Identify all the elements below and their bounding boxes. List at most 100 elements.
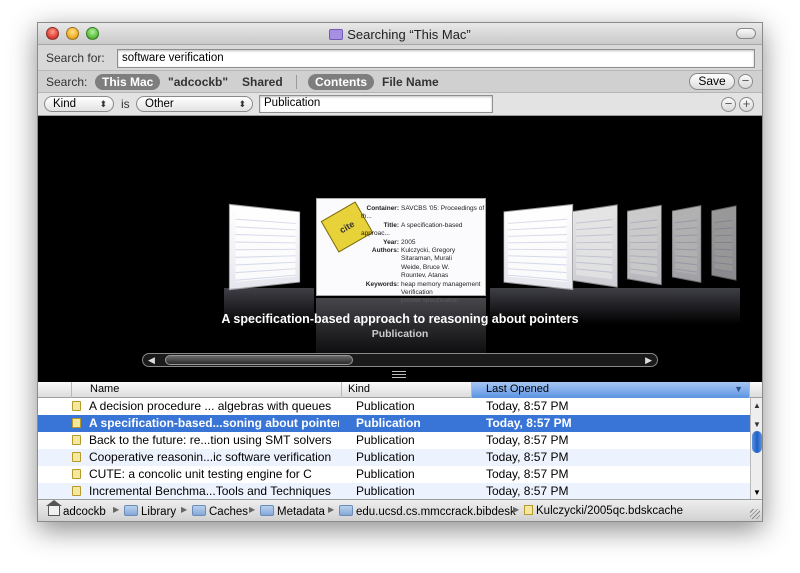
cover-card-right-3[interactable] — [627, 204, 662, 286]
path-item[interactable]: adcockb — [46, 500, 106, 518]
path-separator-icon: ▶ — [113, 505, 120, 514]
card-metadata-line: Keywords: heap memory management — [361, 281, 485, 289]
path-separator-icon: ▶ — [249, 505, 256, 514]
results-scrollbar[interactable]: ▲ ▼ ▼ — [750, 398, 762, 499]
path-item-label: adcockb — [63, 506, 106, 518]
column-header-last-opened[interactable]: Last Opened ▼ — [472, 382, 750, 398]
path-separator-icon: ▶ — [328, 505, 335, 514]
column-header-kind[interactable]: Kind — [342, 382, 472, 398]
cell-kind: Publication — [356, 467, 415, 481]
bibdesk-cache-file-icon — [524, 505, 533, 515]
folder-icon — [192, 505, 206, 516]
path-item[interactable]: Library — [124, 505, 176, 518]
search-for-label: Search for: — [46, 51, 105, 65]
column-header-last-opened-text: Last Opened — [486, 383, 549, 395]
cover-card-right-5[interactable] — [711, 205, 737, 281]
path-item-label: Kulczycki/2005qc.bdskcache — [536, 505, 684, 517]
card-metadata-line: Sitaraman, Murali — [361, 255, 485, 263]
popup-arrows-icon: ⬍ — [238, 99, 246, 109]
scope-this-mac[interactable]: This Mac — [95, 74, 161, 90]
cover-card-left[interactable] — [228, 203, 301, 291]
cover-flow-view[interactable]: cite Container: SAVCBS '05: Proceedings o… — [38, 116, 762, 382]
scope-shared[interactable]: Shared — [235, 74, 290, 90]
table-row[interactable]: Cooperative reasonin...ic software verif… — [38, 449, 750, 466]
card-metadata-value: Sitaraman, Murali — [401, 255, 452, 263]
card-metadata-value: Verification — [401, 289, 433, 297]
cell-opened: Today, 8:57 PM — [486, 467, 569, 481]
card-metadata-value: 2005 — [401, 238, 416, 246]
kind-value-input[interactable]: Publication — [259, 95, 493, 113]
path-item[interactable]: edu.ucsd.cs.mmccrack.bibdesk — [339, 505, 516, 518]
cover-card-right-2[interactable] — [572, 204, 618, 288]
path-item[interactable]: Kulczycki/2005qc.bdskcache — [524, 505, 683, 517]
column-header-name[interactable]: Name — [72, 382, 342, 398]
results-table: A decision procedure ... algebras with q… — [38, 398, 750, 499]
cell-name: Cooperative reasonin...ic software verif… — [89, 450, 332, 464]
scroll-down-arrow-icon[interactable]: ▼ — [751, 488, 762, 497]
cover-card-right-4[interactable] — [671, 204, 702, 284]
home-icon — [46, 500, 62, 516]
sort-descending-icon: ▼ — [734, 384, 743, 394]
search-input[interactable]: software verification — [117, 49, 755, 68]
scroll-right-arrow-icon[interactable]: ▶ — [645, 354, 652, 366]
search-criteria-row: Kind ⬍ is Other ⬍ Publication − + — [38, 93, 762, 116]
attribute-popup[interactable]: Kind ⬍ — [44, 96, 114, 112]
scope-divider — [296, 75, 297, 89]
cover-flow-scrollbar[interactable]: ◀ ▶ — [142, 353, 658, 367]
card-metadata-key: Keywords: — [365, 280, 399, 288]
cell-name: Incremental Benchma...Tools and Techniqu… — [89, 484, 331, 498]
save-search-button[interactable]: Save — [689, 73, 735, 90]
remove-scope-button[interactable]: − — [738, 74, 753, 89]
cell-name: A decision procedure ... algebras with q… — [89, 399, 332, 413]
mode-contents[interactable]: Contents — [308, 74, 374, 90]
card-metadata-value: heap memory management — [401, 280, 481, 288]
mode-file-name[interactable]: File Name — [375, 74, 446, 90]
table-row[interactable]: CUTE: a concolic unit testing engine for… — [38, 466, 750, 483]
card-metadata-key: Container: — [366, 205, 400, 212]
path-separator-icon: ▶ — [513, 505, 520, 514]
cell-kind: Publication — [356, 416, 421, 430]
search-scope-label: Search: — [46, 75, 88, 89]
path-item-label: Metadata — [277, 506, 325, 518]
cell-opened: Today, 8:57 PM — [486, 433, 569, 447]
table-row[interactable]: Back to the future: re...tion using SMT … — [38, 432, 750, 449]
bibdesk-document-icon — [72, 401, 81, 411]
card-metadata-key: Year: — [383, 238, 399, 246]
resize-grip-icon[interactable] — [750, 509, 760, 519]
window-title-text: Searching “This Mac” — [347, 27, 471, 42]
card-metadata: Container: SAVCBS '05: Proceedings of th.… — [361, 205, 485, 306]
cell-name: Back to the future: re...tion using SMT … — [89, 433, 332, 447]
popup-arrows-icon: ⬍ — [99, 99, 107, 109]
card-metadata-line: Year: 2005 — [361, 239, 485, 247]
table-row[interactable]: A decision procedure ... algebras with q… — [38, 398, 750, 415]
scope-home-folder[interactable]: "adcockb" — [161, 74, 235, 90]
cell-kind: Publication — [356, 433, 415, 447]
table-row[interactable]: A specification-based...soning about poi… — [38, 415, 750, 432]
card-metadata-value: Rountev, Atanas — [401, 272, 449, 280]
split-view-grip-icon[interactable] — [392, 371, 406, 379]
toolbar-toggle-button[interactable] — [736, 28, 756, 39]
smart-folder-icon — [329, 29, 344, 40]
add-criteria-button[interactable]: + — [739, 97, 754, 112]
cover-flow-scroll-thumb[interactable] — [165, 355, 353, 365]
card-metadata-key: Title: — [383, 221, 399, 229]
kind-type-popup[interactable]: Other ⬍ — [136, 96, 253, 112]
results-scroll-thumb[interactable] — [752, 431, 762, 453]
remove-criteria-button[interactable]: − — [721, 97, 736, 112]
title-bar[interactable]: Searching “This Mac” — [38, 23, 762, 45]
scroll-up-arrow-icon[interactable]: ▲ — [751, 401, 762, 410]
path-item[interactable]: Caches — [192, 505, 248, 518]
kind-type-popup-value: Other — [145, 98, 174, 110]
card-metadata-line: Container: SAVCBS '05: Proceedings of th.… — [361, 205, 485, 222]
card-metadata-line: Rountev, Atanas — [361, 272, 485, 280]
cell-name: CUTE: a concolic unit testing engine for… — [89, 467, 312, 481]
cover-card-right-1[interactable] — [503, 203, 574, 291]
scroll-left-arrow-icon[interactable]: ◀ — [148, 354, 155, 366]
path-item[interactable]: Metadata — [260, 505, 325, 518]
bibdesk-document-icon — [72, 435, 81, 445]
cover-card-selected[interactable]: cite Container: SAVCBS '05: Proceedings o… — [316, 198, 486, 304]
cell-opened: Today, 8:57 PM — [486, 450, 569, 464]
table-row[interactable]: Incremental Benchma...Tools and Techniqu… — [38, 483, 750, 499]
scroll-down-arrow-icon[interactable]: ▼ — [751, 420, 762, 429]
cover-flow-title: A specification-based approach to reason… — [221, 312, 579, 326]
